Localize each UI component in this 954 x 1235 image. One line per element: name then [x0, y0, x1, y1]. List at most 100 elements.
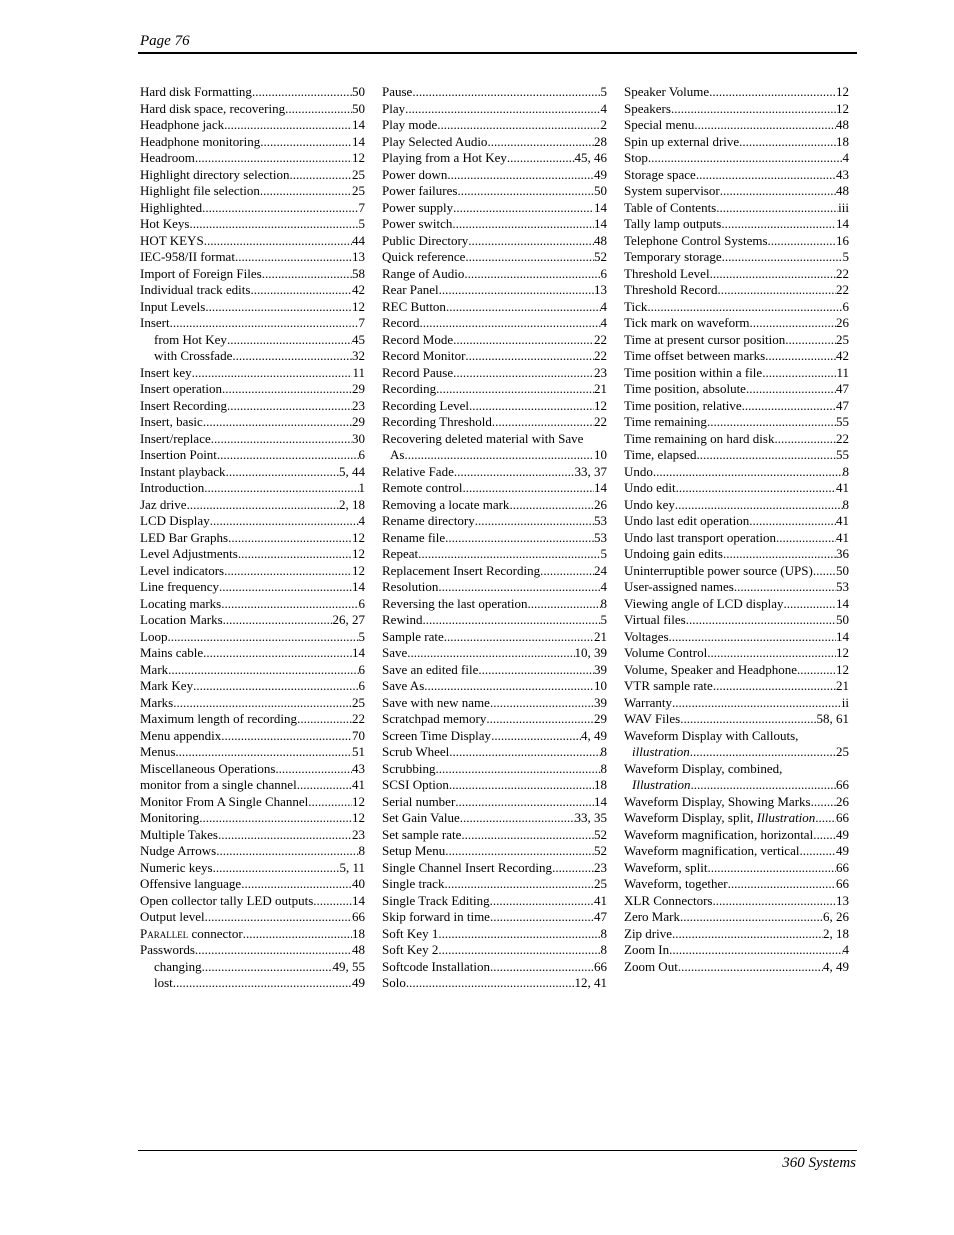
index-entry: SCSI Option 18 [382, 777, 607, 794]
dot-leader [223, 612, 333, 629]
index-term: Record Monitor [382, 348, 465, 365]
dot-leader [813, 827, 836, 844]
index-entry: Undo key 8 [624, 497, 849, 514]
index-term: Reversing the last operation [382, 596, 528, 613]
dot-leader [404, 447, 594, 464]
index-term-text: Single track [382, 876, 445, 891]
page-reference: 44 [352, 232, 365, 248]
page-reference: 53 [594, 529, 607, 545]
index-term: XLR Connectors [624, 893, 712, 910]
index-term-text: Waveform, split [624, 859, 708, 875]
header-rule [138, 52, 857, 54]
dot-leader [653, 464, 843, 481]
index-entry-heading: Recovering deleted material with Save [382, 430, 584, 446]
page-reference: 50 [836, 612, 849, 627]
dot-leader [203, 645, 352, 662]
page-reference: 7 [358, 199, 366, 215]
page-reference: 50 [352, 84, 365, 99]
page-reference: 42 [352, 282, 365, 297]
page-reference: 13 [594, 282, 607, 297]
page-reference: 2 [600, 117, 608, 132]
dot-leader [686, 612, 836, 629]
index-entry: Virtual files 50 [624, 612, 849, 629]
page-reference: 25 [836, 331, 849, 347]
page-reference: 58, 61 [816, 711, 850, 726]
page-reference: 5, 44 [339, 463, 365, 479]
page-reference: 14 [352, 133, 365, 149]
index-term-text: Set sample rate [382, 826, 462, 842]
dot-leader [811, 794, 836, 811]
index-term-text: Telephone Control Systems [624, 232, 768, 248]
dot-leader [241, 876, 352, 893]
index-term: Play mode [382, 117, 437, 134]
index-entry: Menu appendix 70 [140, 728, 365, 745]
index-term: Headroom [140, 150, 195, 167]
index-term: Quick reference [382, 249, 465, 266]
dot-leader [173, 695, 352, 712]
index-term: Numeric keys [140, 860, 213, 877]
index-term-text: Special menu [624, 117, 695, 132]
dot-leader [422, 612, 600, 629]
page-reference: 50 [352, 100, 365, 116]
dot-leader [454, 464, 575, 481]
index-term: Instant playback [140, 464, 226, 481]
index-term: Insert [140, 315, 170, 332]
index-term-text: Play Selected Audio [382, 133, 488, 149]
index-entry: Time position within a file 11 [624, 365, 849, 382]
index-entry: Record Pause 23 [382, 365, 607, 382]
page-reference: ii [841, 694, 849, 710]
dot-leader [746, 381, 836, 398]
page-reference: 8 [842, 496, 850, 512]
index-entry: Insert Recording 23 [140, 398, 365, 415]
dot-leader [457, 183, 594, 200]
index-term: Recording Level [382, 398, 469, 415]
index-term: Record [382, 315, 420, 332]
index-term-text: Play [382, 100, 406, 116]
index-term-text: Individual track edits [140, 282, 251, 297]
index-term-text: Single Channel Insert Recording [382, 859, 553, 875]
dot-leader [168, 662, 358, 679]
index-entry: illustration 25 [624, 744, 849, 761]
index-entry: Illustration 66 [624, 777, 849, 794]
index-term-text: Removing a locate mark [382, 496, 510, 512]
dot-leader [675, 497, 843, 514]
index-entry: Zip drive 2, 18 [624, 926, 849, 943]
index-entry: System supervisor 48 [624, 183, 849, 200]
index-entry: Speaker Volume 12 [624, 84, 849, 101]
dot-leader [672, 926, 823, 943]
index-entry: Viewing angle of LCD display 14 [624, 596, 849, 613]
index-subentry: lost 49 [140, 975, 365, 992]
index-entry: Highlight file selection 25 [140, 183, 365, 200]
dot-leader [262, 266, 352, 283]
dot-leader [490, 695, 594, 712]
dot-leader [768, 233, 836, 250]
page-reference: 14 [594, 199, 607, 215]
index-term-text: Mark Key [140, 678, 194, 693]
page-reference: 26 [836, 315, 849, 330]
page-reference: 47 [594, 909, 607, 924]
index-term-text: Volume Control [624, 645, 708, 660]
index-term: Passwords [140, 942, 195, 959]
page-reference: 26, 27 [332, 612, 366, 627]
page-reference: 22 [594, 414, 607, 429]
index-term: Screen Time Display [382, 728, 491, 745]
index-term: Threshold Level [624, 266, 710, 283]
index-term: Insertion Point [140, 447, 217, 464]
index-term: Undo key [624, 497, 675, 514]
dot-leader [439, 282, 594, 299]
index-term: with Crossfade [154, 348, 232, 365]
page-reference: 5 [358, 628, 366, 644]
index-term-text: Save an edited file [382, 661, 479, 677]
page-reference: 23 [352, 826, 365, 842]
index-term-text: Highlight directory selection [140, 166, 290, 182]
index-entry: Scrubbing 8 [382, 761, 607, 778]
index-term: Individual track edits [140, 282, 250, 299]
index-term: Softcode Installation [382, 959, 490, 976]
index-term-text: Tally lamp outputs [624, 216, 722, 231]
index-entry: Undo 8 [624, 464, 849, 481]
index-term: Waveform magnification, vertical [624, 843, 799, 860]
index-term-text: Quick reference [382, 249, 466, 264]
dot-leader [672, 695, 842, 712]
page-reference: 53 [836, 579, 849, 594]
index-entry: Power down 49 [382, 167, 607, 184]
